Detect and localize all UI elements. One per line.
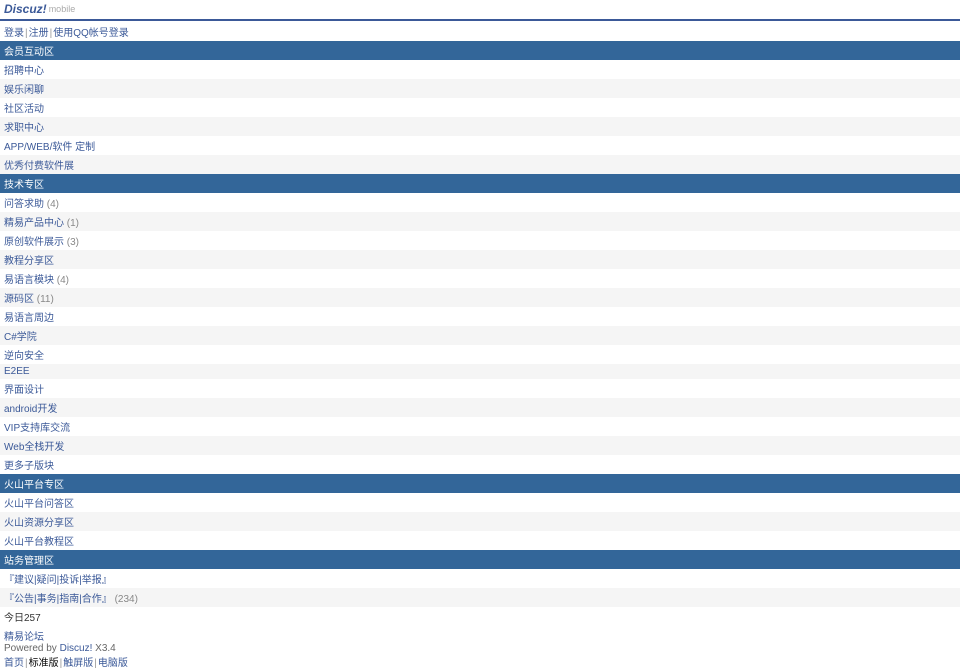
forum-link[interactable]: 易语言模块 — [4, 275, 54, 286]
forum-row: android开发 — [0, 398, 960, 417]
forum-row: 精易产品中心 (1) — [0, 212, 960, 231]
section-header[interactable]: 会员互动区 — [0, 41, 960, 60]
auth-links: 登录|注册|使用QQ帐号登录 — [0, 22, 960, 41]
nav-standard-label: 标准版 — [29, 658, 59, 669]
sections-container: 会员互动区招聘中心娱乐闲聊社区活动求职中心 APP/WEB/软件 定制优秀付费软件… — [0, 41, 960, 607]
login-link[interactable]: 登录 — [4, 28, 24, 39]
forum-count: (3) — [64, 237, 79, 248]
forum-row: APP/WEB/软件 定制 — [0, 136, 960, 155]
forum-link[interactable]: C#学院 — [4, 332, 37, 343]
forum-link[interactable]: 教程分享区 — [4, 256, 54, 267]
forum-row: 优秀付费软件展 — [0, 155, 960, 174]
forum-link[interactable]: 易语言周边 — [4, 313, 54, 324]
forum-row: 逆向安全 — [0, 345, 960, 364]
forum-link[interactable]: 精易产品中心 — [4, 218, 64, 229]
forum-row: 招聘中心 — [0, 60, 960, 79]
forum-link[interactable]: APP/WEB/软件 定制 — [4, 142, 95, 153]
nav-home-link[interactable]: 首页 — [4, 658, 24, 669]
section-header[interactable]: 站务管理区 — [0, 550, 960, 569]
forum-row: 『建议|疑问|投诉|举报』 — [0, 569, 960, 588]
separator: | — [94, 658, 97, 669]
forum-link[interactable]: VIP支持库交流 — [4, 423, 70, 434]
forum-link[interactable]: android开发 — [4, 404, 57, 415]
separator: | — [50, 28, 53, 39]
forum-row: 更多子版块 — [0, 455, 960, 474]
forum-link[interactable]: 源码区 — [4, 294, 34, 305]
forum-link[interactable]: 火山资源分享区 — [4, 518, 74, 529]
forum-row: 火山平台问答区 — [0, 493, 960, 512]
powered-by: Powered by Discuz! X3.4 — [4, 643, 956, 654]
register-link[interactable]: 注册 — [29, 28, 49, 39]
forum-link[interactable]: 火山平台教程区 — [4, 537, 74, 548]
forum-link[interactable]: 娱乐闲聊 — [4, 85, 44, 96]
forum-count: (4) — [54, 275, 69, 286]
forum-link[interactable]: 优秀付费软件展 — [4, 161, 74, 172]
forum-row: 原创软件展示 (3) — [0, 231, 960, 250]
site-name-link[interactable]: 精易论坛 — [4, 632, 44, 643]
forum-count: (234) — [112, 594, 138, 605]
forum-row: C#学院 — [0, 326, 960, 345]
forum-link[interactable]: 更多子版块 — [4, 461, 54, 472]
nav-desktop-link[interactable]: 电脑版 — [98, 658, 128, 669]
separator: | — [25, 658, 28, 669]
separator: | — [60, 658, 63, 669]
section-header[interactable]: 火山平台专区 — [0, 474, 960, 493]
forum-link[interactable]: 社区活动 — [4, 104, 44, 115]
forum-row: 火山平台教程区 — [0, 531, 960, 550]
discuz-link[interactable]: Discuz! — [60, 643, 93, 654]
forum-link[interactable]: 『建议|疑问|投诉|举报』 — [4, 575, 112, 586]
forum-link[interactable]: 『公告|事务|指南|合作』 — [4, 594, 112, 605]
forum-row: VIP支持库交流 — [0, 417, 960, 436]
forum-link[interactable]: 招聘中心 — [4, 66, 44, 77]
forum-row: 火山资源分享区 — [0, 512, 960, 531]
qq-login-link[interactable]: 使用QQ帐号登录 — [53, 28, 129, 39]
logo: Discuz! — [4, 2, 47, 16]
forum-row: 娱乐闲聊 — [0, 79, 960, 98]
forum-link[interactable]: 问答求助 — [4, 199, 44, 210]
version-label: X3.4 — [92, 643, 115, 654]
today-stats: 今日257 — [0, 607, 960, 626]
forum-count: (4) — [44, 199, 59, 210]
powered-label: Powered by — [4, 643, 60, 654]
forum-row: 求职中心 — [0, 117, 960, 136]
forum-link[interactable]: 火山平台问答区 — [4, 499, 74, 510]
forum-link[interactable]: E2EE — [4, 366, 30, 377]
nav-touch-link[interactable]: 触屏版 — [63, 658, 93, 669]
forum-row: 社区活动 — [0, 98, 960, 117]
forum-row: 易语言模块 (4) — [0, 269, 960, 288]
forum-row: 源码区 (11) — [0, 288, 960, 307]
forum-row: 问答求助 (4) — [0, 193, 960, 212]
footer: 精易论坛 Powered by Discuz! X3.4 首页|标准版|触屏版|… — [0, 626, 960, 671]
forum-link[interactable]: 逆向安全 — [4, 351, 44, 362]
divider — [0, 19, 960, 21]
header: Discuz! mobile — [0, 0, 960, 18]
forum-row: E2EE — [0, 364, 960, 379]
separator: | — [25, 28, 28, 39]
forum-row: 易语言周边 — [0, 307, 960, 326]
forum-row: 界面设计 — [0, 379, 960, 398]
forum-link[interactable]: 界面设计 — [4, 385, 44, 396]
forum-link[interactable]: 原创软件展示 — [4, 237, 64, 248]
forum-row: Web全栈开发 — [0, 436, 960, 455]
forum-count: (11) — [34, 294, 54, 305]
forum-row: 『公告|事务|指南|合作』 (234) — [0, 588, 960, 607]
forum-row: 教程分享区 — [0, 250, 960, 269]
forum-count: (1) — [64, 218, 79, 229]
forum-link[interactable]: 求职中心 — [4, 123, 44, 134]
forum-link[interactable]: Web全栈开发 — [4, 442, 64, 453]
section-header[interactable]: 技术专区 — [0, 174, 960, 193]
mobile-tag: mobile — [49, 4, 76, 14]
